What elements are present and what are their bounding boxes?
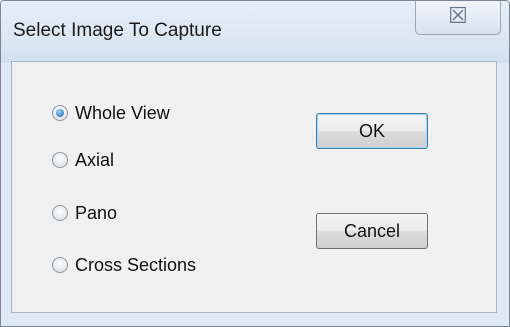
radio-label-cross-sections: Cross Sections: [75, 254, 197, 275]
radio-empty-icon[interactable]: [52, 152, 68, 168]
radio-selected-icon[interactable]: [52, 105, 68, 121]
ok-button[interactable]: OK: [316, 113, 428, 149]
radio-whole-view[interactable]: Whole View: [52, 101, 170, 125]
radio-axial[interactable]: Axial: [52, 148, 114, 172]
radio-empty-icon[interactable]: [52, 205, 68, 221]
dialog-content: Whole View Axial Pano Cross Sections OK …: [11, 61, 497, 313]
radio-label-pano: Pano: [75, 202, 118, 223]
dialog-window: Select Image To Capture ☒ Whole View Axi…: [0, 0, 510, 327]
window-title: Select Image To Capture: [13, 20, 222, 41]
close-button[interactable]: ☒: [415, 1, 501, 35]
close-icon: ☒: [448, 3, 468, 28]
title-bar[interactable]: Select Image To Capture ☒: [1, 1, 509, 63]
radio-empty-icon[interactable]: [52, 257, 68, 273]
cancel-button[interactable]: Cancel: [316, 213, 428, 249]
radio-label-axial: Axial: [75, 149, 115, 170]
radio-pano[interactable]: Pano: [52, 201, 117, 225]
radio-cross-sections[interactable]: Cross Sections: [52, 253, 196, 277]
radio-label-whole-view: Whole View: [75, 102, 170, 123]
